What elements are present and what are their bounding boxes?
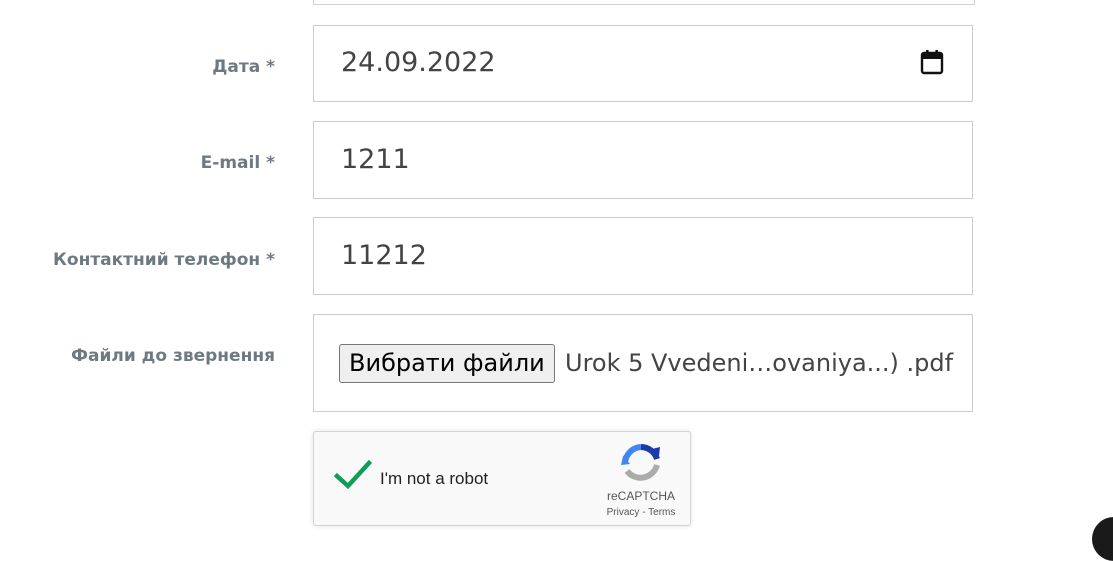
terms-link[interactable]: Terms [648, 507, 675, 518]
recaptcha-label: I'm not a robot [380, 469, 489, 488]
date-value: 24.09.2022 [341, 47, 496, 78]
previous-textarea-field[interactable]: 〃 [313, 0, 975, 5]
email-field[interactable]: 1211 [313, 121, 973, 199]
choose-files-button[interactable]: Вибрати файли [339, 344, 555, 383]
phone-field[interactable]: 11212 [313, 217, 973, 295]
selected-file-name: Urok 5 Vvedeni…ovaniya...) .pdf [565, 349, 954, 377]
link-separator: - [642, 507, 646, 518]
privacy-link[interactable]: Privacy [607, 507, 640, 518]
date-field[interactable]: 24.09.2022 [313, 25, 973, 102]
corner-widget-button[interactable] [1092, 517, 1113, 561]
resize-grip-icon[interactable]: 〃 [961, 0, 970, 3]
phone-value: 11212 [341, 240, 427, 271]
recaptcha-logo-icon [619, 443, 663, 490]
date-label: Дата * [212, 57, 275, 77]
files-field: Вибрати файли Urok 5 Vvedeni…ovaniya...)… [313, 314, 973, 412]
phone-label: Контактний телефон * [53, 250, 275, 270]
email-label: E-mail * [200, 153, 275, 173]
recaptcha-brand: reCAPTCHA [606, 489, 675, 503]
calendar-icon[interactable] [920, 49, 944, 80]
files-label: Файли до звернення [71, 346, 275, 366]
email-value: 1211 [341, 144, 410, 175]
recaptcha-widget: I'm not a robot reCAPTCHA Privacy - Term… [313, 431, 691, 526]
recaptcha-links: Privacy - Terms [586, 507, 696, 518]
checkmark-icon[interactable] [333, 459, 373, 495]
